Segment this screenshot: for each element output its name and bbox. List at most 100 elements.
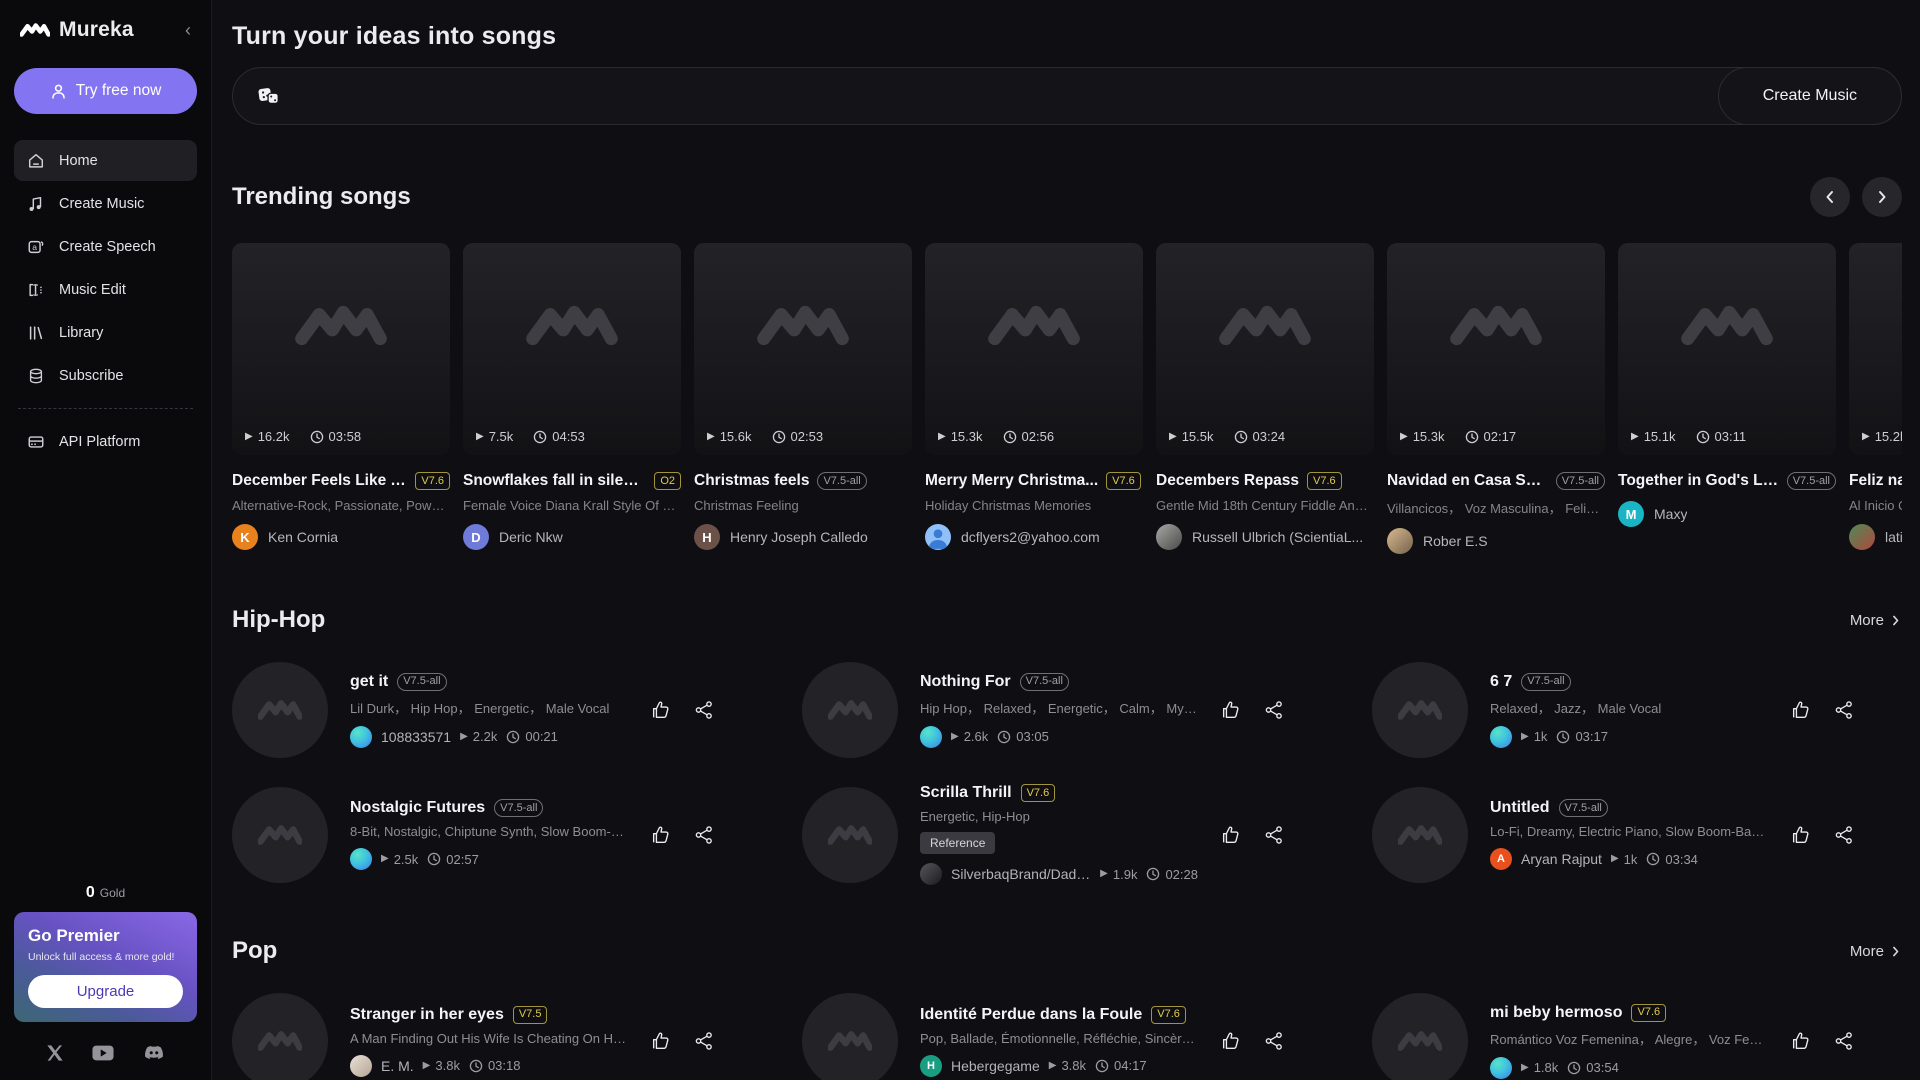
trending-card-artwork[interactable]: ▶15.1k03:11	[1618, 243, 1836, 455]
artist-row[interactable]: HHenry Joseph Calledo	[694, 524, 912, 550]
trending-card-stats: ▶7.5k04:53	[476, 429, 585, 444]
song-title[interactable]: Merry Merry Christma...	[925, 472, 1098, 490]
song-title[interactable]: Nothing For	[920, 673, 1011, 691]
sidebar-item-music-edit[interactable]: Music Edit	[14, 269, 197, 310]
song-title-row: Nostalgic FuturesV7.5-all	[350, 799, 628, 817]
avatar	[1490, 1057, 1512, 1079]
song-title[interactable]: Identité Perdue dans la Foule	[920, 1006, 1142, 1024]
song-title[interactable]: Together in God's Light	[1618, 472, 1779, 490]
song-title[interactable]: get it	[350, 673, 388, 691]
play-count: 15.3k	[951, 429, 983, 444]
pop-more-link[interactable]: More	[1850, 943, 1902, 960]
trending-card-artwork[interactable]: ▶15.2k	[1849, 243, 1902, 455]
song-title[interactable]: Snowflakes fall in silent...	[463, 472, 646, 490]
trending-card-artwork[interactable]: ▶15.5k03:24	[1156, 243, 1374, 455]
sidebar-item-home[interactable]: Home	[14, 140, 197, 181]
song-title[interactable]: Decembers Repass	[1156, 472, 1299, 490]
create-music-button[interactable]: Create Music	[1718, 67, 1902, 125]
share-button[interactable]	[1834, 825, 1854, 845]
artist-row[interactable]: Russell Ulbrich (ScientiaL...	[1156, 524, 1374, 550]
song-prompt-bar[interactable]: Create Music	[232, 67, 1902, 125]
share-button[interactable]	[1834, 1031, 1854, 1051]
share-button[interactable]	[1834, 700, 1854, 720]
carousel-prev-button[interactable]	[1810, 177, 1850, 217]
song-thumbnail[interactable]	[802, 662, 898, 758]
like-button[interactable]	[650, 1030, 672, 1052]
trending-card-artwork[interactable]: ▶16.2k03:58	[232, 243, 450, 455]
song-title[interactable]: Scrilla Thrill	[920, 784, 1012, 802]
song-thumbnail[interactable]	[232, 662, 328, 758]
song-tags: Energetic, Hip-Hop	[920, 809, 1198, 824]
song-title[interactable]: Nostalgic Futures	[350, 799, 485, 817]
song-title[interactable]: mi beby hermoso	[1490, 1004, 1622, 1022]
sidebar-item-label: API Platform	[59, 434, 140, 450]
song-thumbnail[interactable]	[232, 993, 328, 1080]
artist-name: Russell Ulbrich (ScientiaL...	[1192, 529, 1363, 545]
artist-row[interactable]: DDeric Nkw	[463, 524, 681, 550]
sidebar-item-library[interactable]: Library	[14, 312, 197, 353]
carousel-next-button[interactable]	[1862, 177, 1902, 217]
version-badge: V7.6	[1307, 472, 1342, 490]
sidebar-item-create-music[interactable]: Create Music	[14, 183, 197, 224]
share-button[interactable]	[694, 700, 714, 720]
song-thumbnail[interactable]	[802, 993, 898, 1080]
like-button[interactable]	[650, 699, 672, 721]
song-title[interactable]: December Feels Like You	[232, 472, 407, 490]
song-thumbnail[interactable]	[1372, 662, 1468, 758]
version-badge: V7.5-all	[817, 472, 866, 490]
artist-row[interactable]: MMaxy	[1618, 501, 1836, 527]
like-button[interactable]	[1790, 699, 1812, 721]
song-title[interactable]: Christmas feels	[694, 472, 809, 490]
share-button[interactable]	[1264, 1031, 1284, 1051]
collapse-sidebar-button[interactable]: ‹	[179, 20, 197, 41]
x-icon[interactable]	[46, 1044, 64, 1062]
trending-card-artwork[interactable]: ▶15.3k02:56	[925, 243, 1143, 455]
dice-icon[interactable]	[257, 84, 281, 108]
trending-card-artwork[interactable]: ▶7.5k04:53	[463, 243, 681, 455]
song-thumbnail[interactable]	[1372, 787, 1468, 883]
trending-card-artwork[interactable]: ▶15.6k02:53	[694, 243, 912, 455]
artist-row[interactable]: Rober E.S	[1387, 528, 1605, 554]
song-thumbnail[interactable]	[802, 787, 898, 883]
sidebar-item-api-platform[interactable]: API Platform	[14, 421, 197, 462]
hiphop-more-link[interactable]: More	[1850, 612, 1902, 629]
song-title[interactable]: Untitled	[1490, 799, 1550, 817]
artist-row[interactable]: dcflyers2@yahoo.com	[925, 524, 1143, 550]
like-button[interactable]	[1220, 824, 1242, 846]
artist-row[interactable]: lati	[1849, 524, 1902, 550]
avatar	[920, 863, 942, 885]
like-button[interactable]	[1790, 1030, 1812, 1052]
song-title[interactable]: Stranger in her eyes	[350, 1006, 504, 1024]
share-button[interactable]	[1264, 700, 1284, 720]
song-title-row: Snowflakes fall in silent...O2	[463, 472, 681, 490]
share-button[interactable]	[694, 825, 714, 845]
trending-card-artwork[interactable]: ▶15.3k02:17	[1387, 243, 1605, 455]
song-title[interactable]: Feliz nav	[1849, 472, 1902, 490]
play-icon: ▶	[476, 432, 484, 442]
like-button[interactable]	[650, 824, 672, 846]
artist-name: Maxy	[1654, 506, 1687, 522]
music-edit-icon	[26, 280, 46, 300]
share-button[interactable]	[1264, 825, 1284, 845]
artist-name: 108833571	[381, 729, 451, 745]
song-thumbnail[interactable]	[232, 787, 328, 883]
song-thumbnail[interactable]	[1372, 993, 1468, 1080]
discord-icon[interactable]	[143, 1045, 165, 1062]
like-button[interactable]	[1790, 824, 1812, 846]
like-button[interactable]	[1220, 699, 1242, 721]
song-title-row: Identité Perdue dans la FouleV7.6	[920, 1006, 1198, 1024]
mureka-watermark-icon	[1681, 301, 1773, 354]
artist-row[interactable]: KKen Cornia	[232, 524, 450, 550]
clock-icon	[1646, 852, 1660, 866]
try-free-button[interactable]: Try free now	[14, 68, 197, 114]
song-title[interactable]: 6 7	[1490, 673, 1512, 691]
share-button[interactable]	[694, 1031, 714, 1051]
song-title[interactable]: Navidad en Casa Sán...	[1387, 472, 1548, 490]
sidebar-item-create-speech[interactable]: aCreate Speech	[14, 226, 197, 267]
like-button[interactable]	[1220, 1030, 1242, 1052]
youtube-icon[interactable]	[92, 1045, 114, 1061]
play-icon: ▶	[1521, 1063, 1529, 1073]
sidebar-item-subscribe[interactable]: Subscribe	[14, 355, 197, 396]
upgrade-button[interactable]: Upgrade	[28, 975, 183, 1008]
avatar	[920, 726, 942, 748]
